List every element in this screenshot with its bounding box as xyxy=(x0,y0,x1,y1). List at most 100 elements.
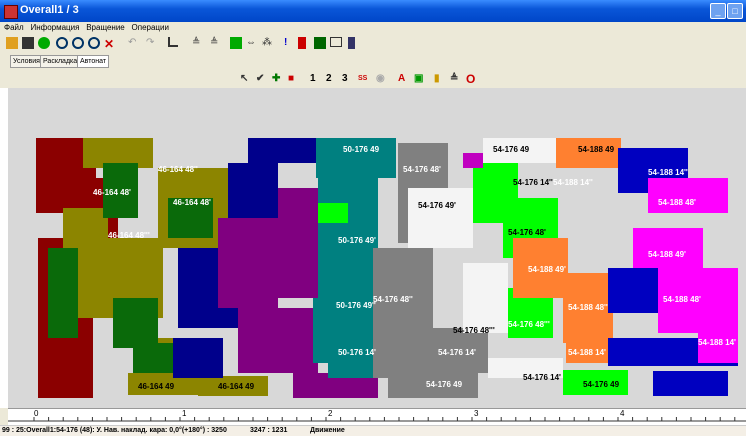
title-bar: Overall1 / 3 _ □ xyxy=(0,0,746,22)
red-piece-icon[interactable]: ■ xyxy=(288,72,294,86)
zoom-fit-icon[interactable] xyxy=(88,37,100,49)
piece-label: 54-176 49 xyxy=(493,145,530,154)
open-icon[interactable] xyxy=(6,37,18,49)
piece-label: 54-176 14' xyxy=(523,373,561,382)
piece-orange-4 xyxy=(566,323,611,363)
piece-label: 50-176 49' xyxy=(338,236,376,245)
cursor-icon[interactable]: ↖ xyxy=(240,72,248,86)
main-toolbar: ✕ ↶ ↷ ≜ ≜ ⇔ ⁂ ! xyxy=(0,34,746,55)
piece-label: 54-188 49' xyxy=(528,265,566,274)
piece-label: 54-176 49 xyxy=(426,380,463,389)
piece-blue-4 xyxy=(248,138,318,163)
piece-green-1 xyxy=(48,248,78,338)
align-left-icon[interactable] xyxy=(168,37,178,47)
piece-label: 54-188 14' xyxy=(698,338,736,347)
ss-button[interactable]: SS xyxy=(358,72,367,86)
piece-label: 54-188 14' xyxy=(568,348,606,357)
stack-up-icon[interactable]: ≜ xyxy=(192,37,204,49)
piece-label: 54-176 48''' xyxy=(453,326,495,335)
undo-icon[interactable]: ↶ xyxy=(128,37,140,49)
frame-icon[interactable] xyxy=(330,37,342,47)
pin-icon[interactable]: ! xyxy=(284,37,296,49)
piece-label: 54-188 49 xyxy=(578,145,615,154)
digit-2-button[interactable]: 2 xyxy=(326,72,332,86)
green-dot-icon[interactable] xyxy=(38,37,50,49)
zoom-in-icon[interactable] xyxy=(56,37,68,49)
ruler-mark-4: 4 xyxy=(620,409,625,418)
book-icon[interactable] xyxy=(348,37,355,49)
piece-label: 54-176 49 xyxy=(583,380,620,389)
piece-label: 50-176 49'' xyxy=(336,301,376,310)
delete-icon[interactable]: ✕ xyxy=(104,37,116,51)
green-grid-icon[interactable] xyxy=(230,37,242,49)
stack-icon[interactable]: ≜ xyxy=(450,72,458,86)
piece-navy-4 xyxy=(653,371,728,396)
piece-white-2 xyxy=(463,263,508,333)
app-icon xyxy=(4,5,18,19)
check-icon[interactable]: ✔ xyxy=(256,72,264,86)
piece-magenta-5 xyxy=(463,153,483,168)
piece-grey-1 xyxy=(373,248,433,378)
bottom-ruler: 0 1 2 3 4 xyxy=(8,408,746,426)
piece-label: 54-188 14'' xyxy=(648,168,688,177)
piece-teal-1 xyxy=(316,138,396,178)
piece-label: 54-188 48'' xyxy=(568,303,608,312)
piece-label: 54-188 48' xyxy=(658,198,696,207)
digit-1-button[interactable]: 1 xyxy=(310,72,316,86)
piece-blue-3 xyxy=(173,338,223,378)
layout-canvas[interactable]: 46-164 48' 46-164 48''' 46-164 48'' 46-1… xyxy=(8,88,746,408)
piece-green-5 xyxy=(133,343,173,373)
menu-info[interactable]: Информация xyxy=(30,22,79,34)
ruler-mark-0: 0 xyxy=(34,409,39,418)
menu-rotation[interactable]: Вращение xyxy=(86,22,125,34)
pattern-pieces xyxy=(36,138,738,398)
book-yellow-icon[interactable]: ▮ xyxy=(434,72,440,86)
maximize-button[interactable]: □ xyxy=(727,3,743,19)
spread-icon[interactable]: ⇔ xyxy=(246,37,258,49)
stack-down-icon[interactable]: ≜ xyxy=(210,37,222,49)
circle-icon[interactable]: ◉ xyxy=(376,72,385,86)
green-cross-icon[interactable]: ✚ xyxy=(272,72,280,86)
window-title: Overall1 / 3 xyxy=(20,4,79,16)
ruler-ticks xyxy=(8,417,746,422)
status-bar: 99 : 25:Overall1:54-176 (48): У. Нав. на… xyxy=(0,425,746,436)
digit-3-button[interactable]: 3 xyxy=(342,72,348,86)
piece-label: 46-164 48' xyxy=(93,188,131,197)
save-icon[interactable] xyxy=(22,37,34,49)
piece-label: 54-188 48' xyxy=(663,295,701,304)
tab-layout[interactable]: Раскладка xyxy=(40,55,81,68)
ruler-mark-3: 3 xyxy=(474,409,479,418)
zoom-out-icon[interactable] xyxy=(72,37,84,49)
piece-label: 50-176 14' xyxy=(338,348,376,357)
zero-button[interactable]: O xyxy=(466,72,475,86)
piece-white-1 xyxy=(408,188,473,248)
ruler-mark-1: 1 xyxy=(182,409,187,418)
scatter-icon[interactable]: ⁂ xyxy=(262,37,274,49)
piece-purple-1 xyxy=(218,218,278,308)
piece-label: 54-176 14' xyxy=(438,348,476,357)
tab-conditions[interactable]: Условия xyxy=(10,55,43,68)
piece-label: 54-176 48'' xyxy=(373,295,413,304)
piece-label: 46-164 49 xyxy=(218,382,255,391)
piece-label: 54-176 48''' xyxy=(508,320,550,329)
menu-operations[interactable]: Операции xyxy=(132,22,169,34)
menu-file[interactable]: Файл xyxy=(4,22,24,34)
piece-purple-3 xyxy=(278,188,318,298)
picture-icon[interactable]: ▣ xyxy=(414,72,423,86)
piece-label: 54-176 48' xyxy=(403,165,441,174)
layout-toolbar: ↖ ✔ ✚ ■ 1 2 3 SS ◉ A ▣ ▮ ≜ O xyxy=(0,70,746,89)
piece-label: 54-176 49' xyxy=(418,201,456,210)
letter-a-icon[interactable]: A xyxy=(398,72,405,86)
green-block-icon[interactable] xyxy=(314,37,326,49)
piece-purple-2 xyxy=(238,308,318,373)
piece-label: 54-176 14'' xyxy=(513,178,553,187)
piece-label: 46-164 48'' xyxy=(158,165,198,174)
piece-label: 46-164 48''' xyxy=(108,231,150,240)
red-flag-icon[interactable] xyxy=(298,37,306,49)
piece-label: 46-164 49 xyxy=(138,382,175,391)
redo-icon[interactable]: ↷ xyxy=(146,37,158,49)
piece-label: 50-176 49 xyxy=(343,145,380,154)
piece-label: 54-188 14'' xyxy=(553,178,593,187)
minimize-button[interactable]: _ xyxy=(710,3,726,19)
tab-auto[interactable]: Автонат xyxy=(77,55,110,68)
